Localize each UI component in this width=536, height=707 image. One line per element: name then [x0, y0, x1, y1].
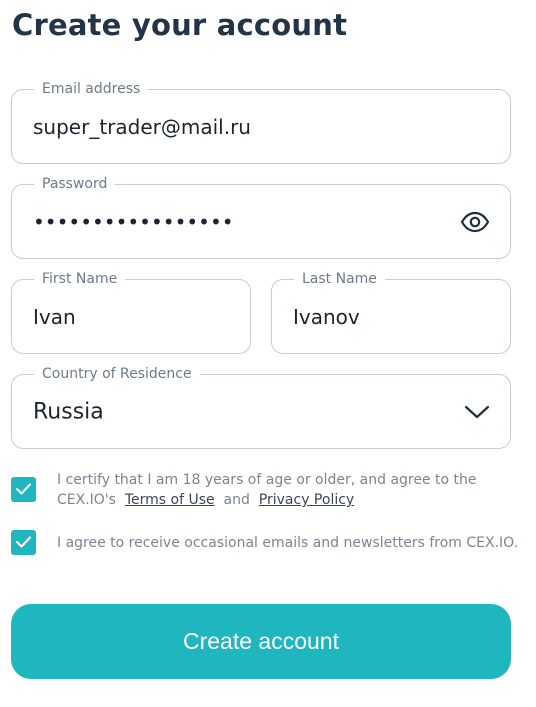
newsletter-checkbox[interactable]	[11, 530, 36, 555]
age-terms-text: I certify that I am 18 years of age or o…	[57, 470, 477, 510]
first-name-field[interactable]: First Name Ivan	[11, 270, 251, 354]
checkmark-icon	[15, 483, 32, 495]
password-value: •••••••••••••••••	[33, 209, 234, 234]
email-field[interactable]: Email address super_trader@mail.ru	[11, 80, 511, 164]
age-terms-and: and	[223, 492, 250, 508]
first-name-label: First Name	[34, 270, 126, 288]
age-terms-checkbox[interactable]	[11, 477, 36, 502]
country-label: Country of Residence	[34, 365, 200, 383]
age-terms-line2: CEX.IO's Terms of Use and Privacy Policy	[57, 490, 477, 510]
first-name-value: Ivan	[33, 304, 76, 329]
country-select[interactable]: Country of Residence Russia	[11, 365, 511, 449]
last-name-value: Ivanov	[293, 304, 360, 329]
age-terms-agreement: I certify that I am 18 years of age or o…	[11, 472, 511, 517]
checkmark-icon	[15, 536, 32, 548]
chevron-down-icon[interactable]	[464, 403, 490, 421]
email-value: super_trader@mail.ru	[33, 114, 251, 139]
create-account-button[interactable]: Create account	[11, 604, 511, 679]
age-terms-line1: I certify that I am 18 years of age or o…	[57, 472, 477, 488]
age-terms-prefix: CEX.IO's	[57, 492, 116, 508]
password-field[interactable]: Password •••••••••••••••••	[11, 175, 511, 259]
last-name-label: Last Name	[294, 270, 385, 288]
eye-icon[interactable]	[460, 210, 490, 234]
terms-of-use-link[interactable]: Terms of Use	[125, 492, 215, 508]
last-name-field[interactable]: Last Name Ivanov	[271, 270, 511, 354]
country-value: Russia	[33, 399, 104, 424]
privacy-policy-link[interactable]: Privacy Policy	[259, 492, 354, 508]
newsletter-text: I agree to receive occasional emails and…	[57, 535, 519, 551]
email-label: Email address	[34, 80, 149, 98]
page-title: Create your account	[12, 8, 348, 42]
password-label: Password	[34, 175, 116, 193]
newsletter-agreement: I agree to receive occasional emails and…	[11, 530, 518, 556]
